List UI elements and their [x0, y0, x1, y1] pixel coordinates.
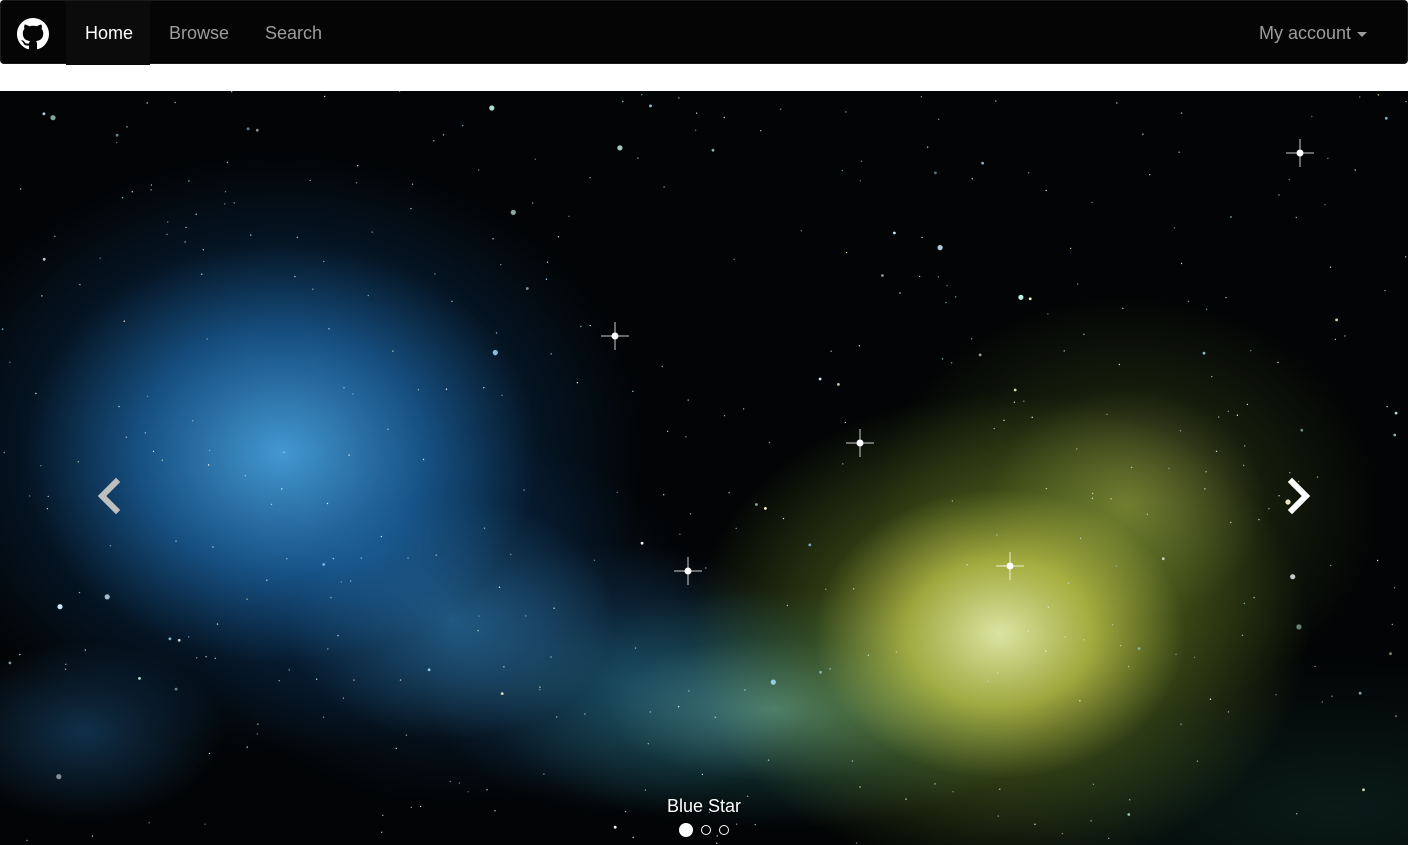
caret-down-icon: [1357, 31, 1367, 37]
top-navbar: Home Browse Search My account: [0, 0, 1408, 65]
nav-item-search[interactable]: Search: [246, 1, 341, 65]
chevron-right-icon: [1287, 477, 1311, 515]
carousel-prev-button[interactable]: [90, 476, 130, 516]
my-account-label: My account: [1258, 23, 1351, 43]
chevron-left-icon: [97, 477, 121, 515]
nav-item-home[interactable]: Home: [66, 1, 150, 65]
carousel-indicators: [0, 823, 1408, 837]
github-icon[interactable]: [17, 18, 49, 50]
carousel-next-button[interactable]: [1278, 476, 1318, 516]
carousel-indicator-dot[interactable]: [701, 825, 711, 835]
my-account-dropdown[interactable]: My account: [1259, 1, 1367, 65]
carousel-indicator-dot[interactable]: [679, 823, 693, 837]
starfield: [1, 91, 1407, 844]
carousel-indicator-dot[interactable]: [719, 825, 729, 835]
carousel-caption: Blue Star: [666, 796, 742, 816]
image-carousel: Blue Star: [0, 91, 1408, 845]
nav-item-browse[interactable]: Browse: [150, 1, 248, 65]
